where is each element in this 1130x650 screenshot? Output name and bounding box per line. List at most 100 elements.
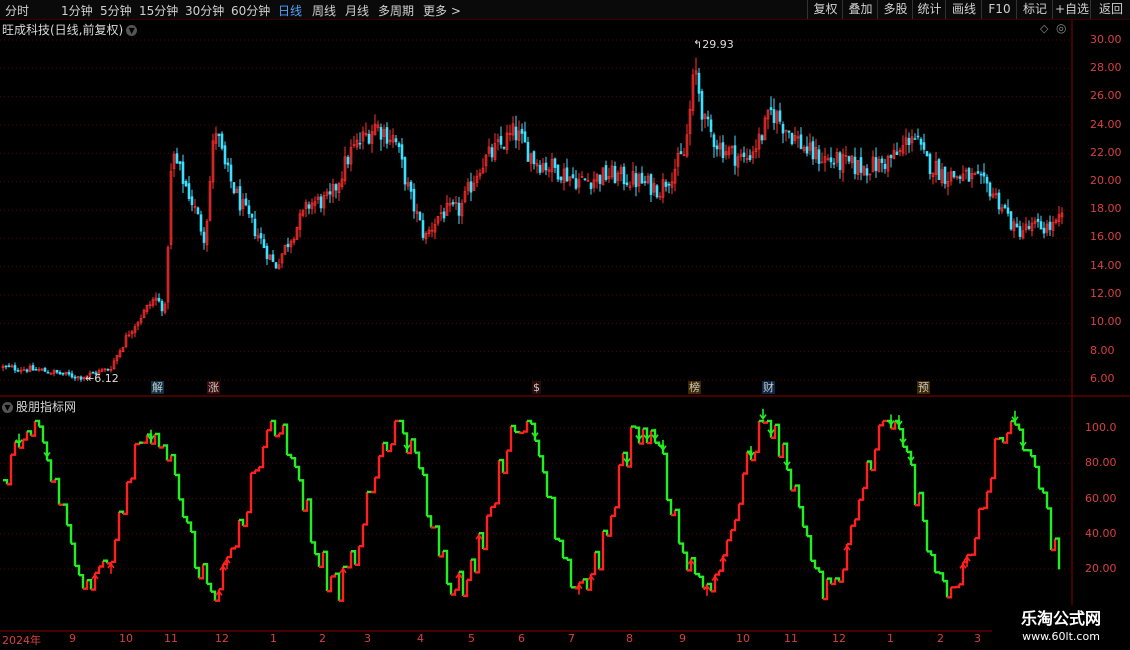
indicator-step — [267, 420, 273, 432]
candle-body — [883, 163, 887, 169]
chart-canvas[interactable] — [0, 20, 1130, 650]
chevron-down-icon[interactable]: ▼ — [2, 402, 13, 413]
f10-button[interactable]: F10 — [981, 0, 1017, 19]
timeframe-tab-60min[interactable]: 60分钟 — [231, 2, 270, 19]
timeframe-tab-monthly[interactable]: 月线 — [345, 2, 369, 19]
indicator-step — [11, 441, 17, 456]
price-axis-label: 16.00 — [1090, 230, 1122, 243]
timeframe-tab-daily[interactable]: 日线 — [278, 2, 302, 19]
adjust-button[interactable]: 复权 — [807, 0, 843, 19]
indicator-step — [359, 524, 365, 548]
sell-arrow — [635, 429, 643, 441]
indicator-step — [1031, 455, 1037, 467]
diamond-icon[interactable]: ◇ — [1040, 22, 1048, 35]
buy-arrow — [843, 544, 851, 557]
candle-body — [829, 157, 833, 163]
indicator-step — [579, 579, 585, 584]
indicator-step — [399, 419, 405, 434]
candle-body — [634, 173, 638, 188]
candle-body — [1009, 211, 1013, 230]
buy-arrow — [703, 584, 711, 596]
watermark-logo: 乐淘公式网 www.60lt.com — [992, 605, 1130, 650]
event-marker-unlock[interactable]: 解 — [151, 381, 164, 394]
indicator-step — [175, 473, 181, 500]
buy-arrow — [339, 567, 347, 579]
sell-arrow — [887, 414, 895, 426]
indicator-step — [819, 570, 825, 600]
multi-stock-button[interactable]: 多股 — [877, 0, 913, 19]
candle-body — [622, 166, 626, 185]
event-marker-financial[interactable]: 财 — [762, 381, 775, 394]
candle-body — [985, 176, 989, 184]
indicator-step — [855, 499, 861, 521]
candle-body — [31, 365, 35, 371]
candle-body — [640, 172, 644, 184]
event-marker-limit-up[interactable]: 涨 — [207, 381, 220, 394]
x-axis-label: 11 — [784, 632, 798, 645]
candle-body — [1027, 226, 1031, 229]
indicator-step — [803, 525, 809, 537]
chart-grid — [0, 20, 1130, 632]
candle-body — [469, 181, 473, 193]
buy-arrow — [587, 574, 595, 587]
draw-line-button[interactable]: 画线 — [945, 0, 982, 19]
candle-body — [679, 151, 683, 155]
candle-body — [778, 110, 782, 122]
x-axis-label: 9 — [69, 632, 76, 645]
add-favorite-button[interactable]: +自选 — [1052, 0, 1091, 19]
candle-body — [853, 156, 857, 175]
candle-body — [715, 145, 719, 150]
candle-body — [286, 243, 290, 248]
timeframe-tab-more[interactable]: 更多 > — [423, 2, 461, 19]
timeframe-tab-weekly[interactable]: 周线 — [312, 2, 336, 19]
statistics-button[interactable]: 统计 — [912, 0, 946, 19]
timeframe-tab-15min[interactable]: 15分钟 — [139, 2, 178, 19]
back-button[interactable]: 返回 — [1090, 0, 1130, 19]
candle-body — [709, 119, 713, 132]
indicator-step — [343, 565, 349, 569]
x-axis-label: 10 — [736, 632, 750, 645]
indicator-axis-label: 20.00 — [1085, 562, 1117, 575]
indicator-step — [491, 503, 497, 509]
candle-body — [232, 182, 236, 194]
timeframe-tab-multi[interactable]: 多周期 — [378, 2, 414, 19]
indicator-step — [315, 553, 321, 567]
candle-body — [157, 297, 161, 302]
timeframe-tab-30min[interactable]: 30分钟 — [185, 2, 224, 19]
event-marker-forecast[interactable]: 预 — [917, 381, 930, 394]
candle-body — [223, 145, 227, 165]
candle-body — [181, 161, 185, 184]
indicator-step — [591, 551, 597, 576]
candle-body — [412, 188, 416, 212]
x-axis-label: 7 — [568, 632, 575, 645]
indicator-step — [195, 566, 201, 579]
settings-icon[interactable]: ◎ — [1056, 21, 1066, 35]
timeframe-tab-intraday[interactable]: 分时 — [5, 2, 29, 19]
candle-body — [55, 369, 59, 373]
candlestick-series — [1, 57, 1064, 382]
event-marker-dividend[interactable]: $ — [532, 381, 541, 394]
mark-button[interactable]: 标记 — [1016, 0, 1053, 19]
indicator-step — [875, 425, 881, 451]
indicator-axis-label: 80.00 — [1085, 456, 1117, 469]
price-axis-label: 8.00 — [1090, 344, 1115, 357]
candle-body — [859, 157, 863, 173]
indicator-step — [631, 425, 637, 428]
indicator-step — [75, 564, 81, 576]
candle-body — [937, 159, 941, 181]
candle-body — [583, 178, 587, 181]
timeframe-tab-1min[interactable]: 1分钟 — [61, 2, 93, 19]
chevron-down-icon[interactable]: ▼ — [126, 25, 138, 36]
timeframe-tab-5min[interactable]: 5分钟 — [100, 2, 132, 19]
indicator-step — [787, 468, 793, 491]
overlay-button[interactable]: 叠加 — [842, 0, 878, 19]
candle-body — [358, 142, 362, 145]
indicator-step — [927, 550, 933, 556]
buy-arrow — [719, 556, 727, 568]
event-marker-dragon-list[interactable]: 榜 — [688, 381, 701, 394]
candle-body — [259, 233, 263, 239]
candle-body — [817, 149, 821, 164]
x-axis-label: 3 — [974, 632, 981, 645]
indicator-step — [815, 567, 821, 572]
price-axis-label: 18.00 — [1090, 202, 1122, 215]
